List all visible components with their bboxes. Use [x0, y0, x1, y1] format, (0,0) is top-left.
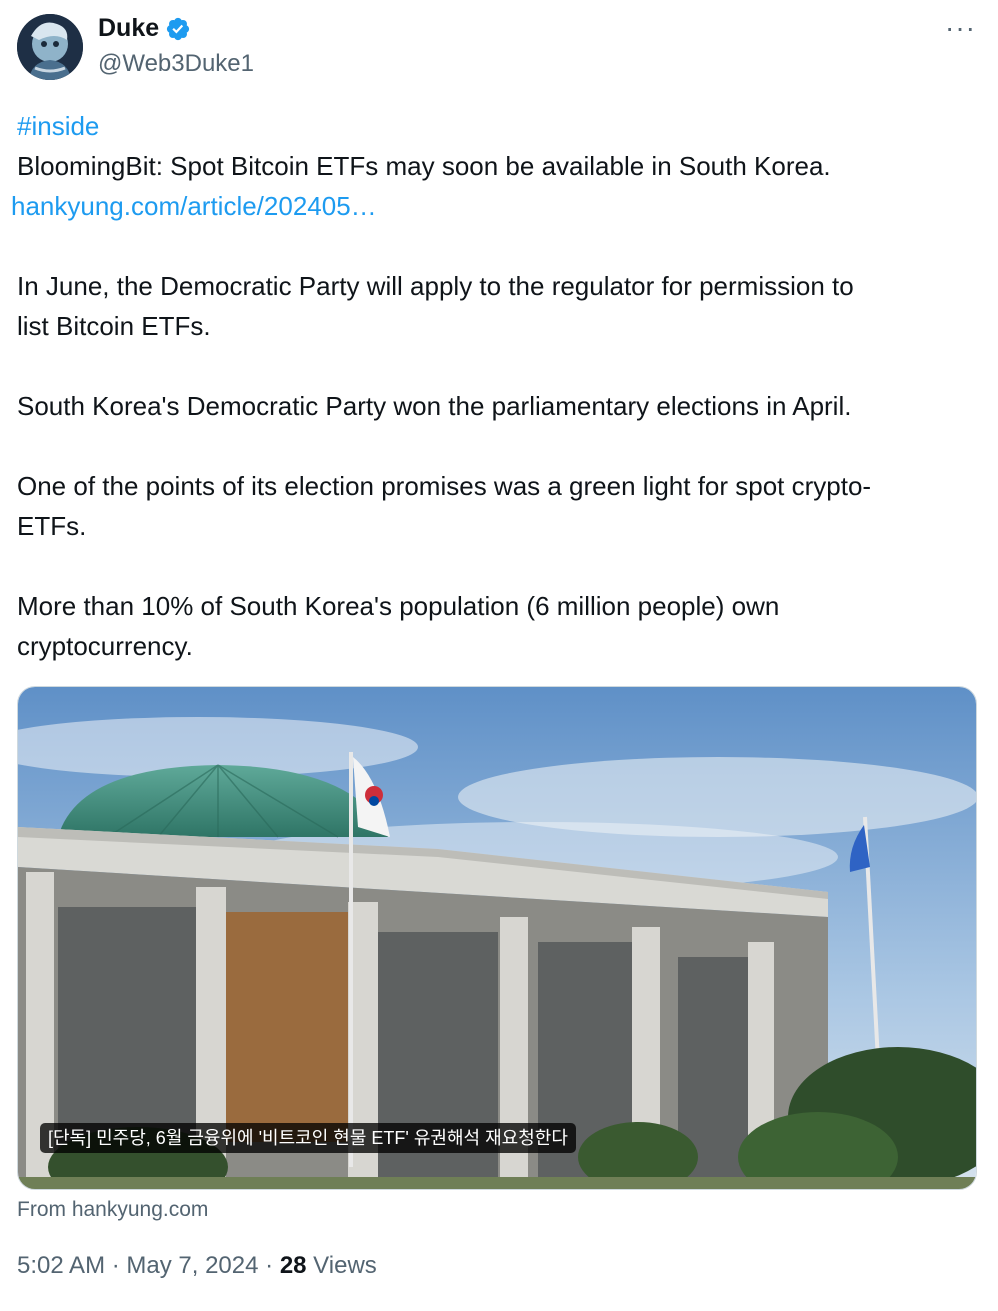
tweet-date[interactable]: May 7, 2024 — [126, 1252, 258, 1280]
tweet-line: BloomingBit: Spot Bitcoin ETFs may soon … — [17, 151, 831, 181]
link-preview-card[interactable]: [단독] 민주당, 6월 금융위에 '비트코인 현물 ETF' 유권해석 재요청… — [17, 686, 977, 1190]
tweet-line: list Bitcoin ETFs. — [17, 311, 211, 341]
meta-separator: · — [258, 1252, 280, 1279]
more-options-button[interactable]: ··· — [945, 14, 976, 42]
avatar[interactable] — [17, 14, 83, 80]
views-count: 28 — [279, 1252, 307, 1279]
author-handle[interactable]: @Web3Duke1 — [98, 50, 254, 78]
author-name-row: Duke — [98, 14, 191, 43]
views-label: Views — [306, 1252, 377, 1279]
tweet-line: South Korea's Democratic Party won the p… — [17, 391, 852, 421]
link-preview-image — [18, 687, 976, 1189]
tweet-time[interactable]: 5:02 AM — [17, 1252, 105, 1280]
tweet-line: cryptocurrency. — [17, 631, 193, 661]
meta-separator: · — [105, 1252, 127, 1279]
link-preview-caption: [단독] 민주당, 6월 금융위에 '비트코인 현물 ETF' 유권해석 재요청… — [40, 1123, 576, 1153]
tweet-line: ETFs. — [17, 511, 87, 541]
hashtag-link[interactable]: #inside — [17, 111, 99, 141]
tweet-meta: 5:02 AM · May 7, 2024 · 28 Views — [17, 1252, 377, 1280]
author-display-name[interactable]: Duke — [98, 14, 159, 43]
article-link[interactable]: hankyung.com/article/202405… — [11, 191, 377, 221]
tweet-line: In June, the Democratic Party will apply… — [17, 271, 854, 301]
link-source[interactable]: From hankyung.com — [17, 1198, 208, 1222]
tweet-text: #inside BloomingBit: Spot Bitcoin ETFs m… — [11, 106, 977, 666]
verified-badge-icon — [167, 17, 190, 40]
tweet-line: One of the points of its election promis… — [17, 471, 872, 501]
tweet-line: More than 10% of South Korea's populatio… — [17, 591, 780, 621]
